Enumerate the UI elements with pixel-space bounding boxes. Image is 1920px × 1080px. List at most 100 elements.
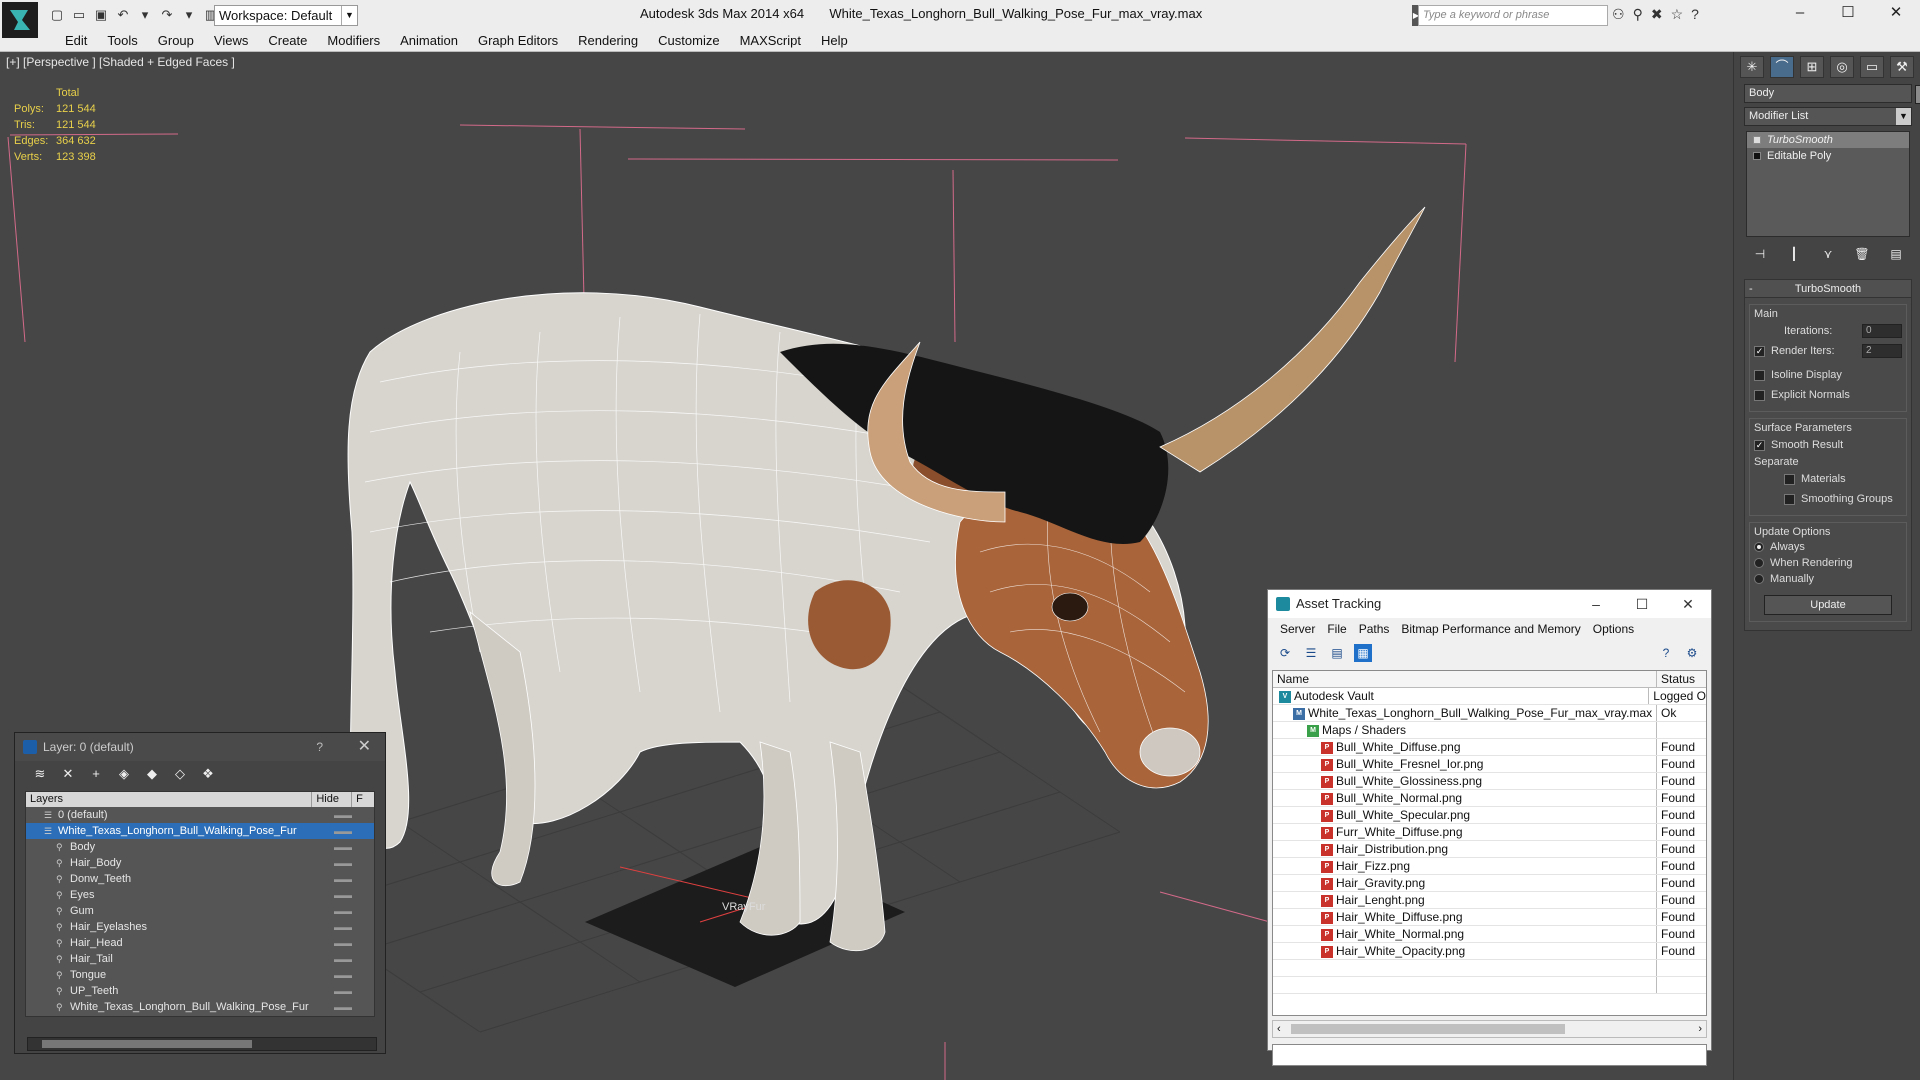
asset-row[interactable]: P Bull_White_Specular.png Found bbox=[1273, 807, 1706, 824]
layer-panel-titlebar[interactable]: Layer: 0 (default) ? ✕ bbox=[15, 733, 385, 761]
layer-row[interactable]: ⚲ White_Texas_Longhorn_Bull_Walking_Pose_… bbox=[26, 999, 374, 1015]
chevron-down-icon[interactable]: ▼ bbox=[341, 6, 357, 25]
manually-radio[interactable] bbox=[1754, 574, 1764, 584]
stack-item-turbosmooth[interactable]: TurboSmooth bbox=[1747, 132, 1909, 148]
asset-row[interactable]: M White_Texas_Longhorn_Bull_Walking_Pose_… bbox=[1273, 705, 1706, 722]
layer-horizontal-scrollbar[interactable] bbox=[27, 1037, 377, 1051]
freeze-all-icon[interactable]: ❖ bbox=[199, 765, 217, 783]
layer-row[interactable]: ⚲ UP_Teeth ▬▬ bbox=[26, 983, 374, 999]
show-end-result-icon[interactable]: ┃ bbox=[1784, 245, 1804, 263]
iterations-spinner[interactable]: 0 bbox=[1862, 324, 1902, 338]
search-input[interactable]: Type a keyword or phrase bbox=[1418, 5, 1608, 26]
close-button[interactable]: ✕ bbox=[1872, 0, 1920, 28]
list-view-icon[interactable]: ☰ bbox=[1302, 644, 1320, 662]
materials-checkbox[interactable] bbox=[1784, 473, 1795, 485]
menu-options[interactable]: Options bbox=[1587, 618, 1640, 640]
new-file-icon[interactable]: ▢ bbox=[48, 7, 66, 23]
hide-toggle-icon[interactable]: ▬▬ bbox=[334, 967, 352, 983]
create-tab-icon[interactable]: ✳ bbox=[1740, 56, 1764, 78]
asset-status-field[interactable] bbox=[1272, 1044, 1707, 1066]
menu-customize[interactable]: Customize bbox=[648, 30, 729, 51]
hide-toggle-icon[interactable]: ▬▬ bbox=[334, 951, 352, 967]
app-logo-icon[interactable] bbox=[2, 2, 38, 38]
utilities-tab-icon[interactable]: ⚒ bbox=[1890, 56, 1914, 78]
menu-create[interactable]: Create bbox=[258, 30, 317, 51]
chevron-down-icon[interactable]: ▼ bbox=[1896, 108, 1911, 125]
hide-toggle-icon[interactable]: ▬▬ bbox=[334, 999, 352, 1015]
workspace-dropdown[interactable]: Workspace: Default ▼ bbox=[214, 5, 358, 26]
menu-edit[interactable]: Edit bbox=[55, 30, 97, 51]
minimize-icon[interactable]: – bbox=[1573, 590, 1619, 618]
asset-row[interactable]: P Furr_White_Diffuse.png Found bbox=[1273, 824, 1706, 841]
menu-file[interactable]: File bbox=[1321, 618, 1352, 640]
menu-bitmap[interactable]: Bitmap Performance and Memory bbox=[1395, 618, 1586, 640]
stack-item-editable-poly[interactable]: Editable Poly bbox=[1747, 148, 1909, 164]
asset-row[interactable]: P Hair_Distribution.png Found bbox=[1273, 841, 1706, 858]
col-name[interactable]: Name bbox=[1273, 671, 1657, 687]
asset-row[interactable]: P Hair_White_Normal.png Found bbox=[1273, 926, 1706, 943]
hide-toggle-icon[interactable]: ▬▬ bbox=[334, 839, 352, 855]
asset-row[interactable]: V Autodesk Vault Logged O bbox=[1273, 688, 1706, 705]
render-iters-checkbox[interactable]: ✓ bbox=[1754, 345, 1765, 357]
isoline-checkbox[interactable] bbox=[1754, 369, 1765, 381]
menu-rendering[interactable]: Rendering bbox=[568, 30, 648, 51]
render-iters-spinner[interactable]: 2 bbox=[1862, 344, 1902, 358]
asset-row[interactable]: P Bull_White_Glossiness.png Found bbox=[1273, 773, 1706, 790]
hide-toggle-icon[interactable]: ▬▬ bbox=[334, 903, 352, 919]
hide-toggle-icon[interactable]: ▬▬ bbox=[334, 935, 352, 951]
help-button[interactable]: ? bbox=[316, 733, 323, 761]
col-status[interactable]: Status bbox=[1657, 671, 1695, 687]
open-file-icon[interactable]: ▭ bbox=[70, 7, 88, 23]
layer-row[interactable]: ⚲ Eyes ▬▬ bbox=[26, 887, 374, 903]
remove-modifier-icon[interactable]: 🗑 bbox=[1852, 245, 1872, 263]
pin-stack-icon[interactable]: ⊣ bbox=[1750, 245, 1770, 263]
configure-sets-icon[interactable]: ▤ bbox=[1886, 245, 1906, 263]
thumbnail-view-icon[interactable]: ▤ bbox=[1328, 644, 1346, 662]
rollout-header[interactable]: - TurboSmooth bbox=[1745, 280, 1911, 298]
help-icon[interactable]: ? bbox=[1691, 6, 1699, 23]
modifier-list-dropdown[interactable]: Modifier List ▼ bbox=[1744, 107, 1912, 126]
perspective-viewport[interactable]: VRayFur [+] [Perspective ] [Shaded + Edg… bbox=[0, 52, 1733, 1080]
menu-animation[interactable]: Animation bbox=[390, 30, 468, 51]
layer-row[interactable]: ☰ 0 (default) ▬▬ bbox=[26, 807, 374, 823]
asset-tracking-titlebar[interactable]: Asset Tracking – ☐ ✕ bbox=[1268, 590, 1711, 618]
add-to-layer-icon[interactable]: + bbox=[87, 765, 105, 783]
menu-graph-editors[interactable]: Graph Editors bbox=[468, 30, 568, 51]
layer-row[interactable]: ⚲ Gum ▬▬ bbox=[26, 903, 374, 919]
maximize-button[interactable]: ☐ bbox=[1824, 0, 1872, 28]
modify-tab-icon[interactable]: ⌒ bbox=[1770, 56, 1794, 78]
asset-row[interactable]: M Maps / Shaders bbox=[1273, 722, 1706, 739]
asset-row[interactable]: P Hair_Lenght.png Found bbox=[1273, 892, 1706, 909]
close-icon[interactable]: ✕ bbox=[1665, 590, 1711, 618]
settings-icon[interactable]: ⚙ bbox=[1683, 644, 1701, 662]
object-name-field[interactable]: Body bbox=[1744, 84, 1920, 104]
asset-row[interactable]: P Hair_White_Diffuse.png Found bbox=[1273, 909, 1706, 926]
explicit-normals-checkbox[interactable] bbox=[1754, 389, 1765, 401]
scroll-left-icon[interactable]: ‹ bbox=[1277, 1021, 1281, 1037]
col-hide[interactable]: Hide bbox=[312, 792, 353, 807]
maximize-icon[interactable]: ☐ bbox=[1619, 590, 1665, 618]
scroll-right-icon[interactable]: › bbox=[1698, 1021, 1702, 1037]
asset-row[interactable]: P Hair_Fizz.png Found bbox=[1273, 858, 1706, 875]
asset-row[interactable]: P Bull_White_Fresnel_Ior.png Found bbox=[1273, 756, 1706, 773]
hide-toggle-icon[interactable]: ▬▬ bbox=[334, 855, 352, 871]
menu-help[interactable]: Help bbox=[811, 30, 858, 51]
smoothing-groups-checkbox[interactable] bbox=[1784, 493, 1795, 505]
save-icon[interactable]: ▣ bbox=[92, 7, 110, 23]
subscription-icon[interactable]: ⚲ bbox=[1633, 6, 1643, 23]
scroll-thumb[interactable] bbox=[1291, 1024, 1565, 1034]
when-rendering-radio[interactable] bbox=[1754, 558, 1764, 568]
menu-modifiers[interactable]: Modifiers bbox=[317, 30, 390, 51]
binoculars-icon[interactable]: ⚇ bbox=[1612, 6, 1625, 23]
display-tab-icon[interactable]: ▭ bbox=[1860, 56, 1884, 78]
scroll-thumb[interactable] bbox=[42, 1040, 252, 1048]
col-layers[interactable]: Layers bbox=[26, 792, 313, 807]
new-layer-icon[interactable]: ≋ bbox=[31, 765, 49, 783]
redo-icon[interactable]: ↷ bbox=[158, 7, 176, 23]
viewport-label[interactable]: [+] [Perspective ] [Shaded + Edged Faces… bbox=[6, 55, 235, 69]
table-view-icon[interactable]: ▦ bbox=[1354, 644, 1372, 662]
menu-group[interactable]: Group bbox=[148, 30, 204, 51]
asset-row[interactable]: P Bull_White_Normal.png Found bbox=[1273, 790, 1706, 807]
asset-horizontal-scrollbar[interactable]: ‹ › bbox=[1272, 1020, 1707, 1038]
layer-row[interactable]: ⚲ Hair_Tail ▬▬ bbox=[26, 951, 374, 967]
